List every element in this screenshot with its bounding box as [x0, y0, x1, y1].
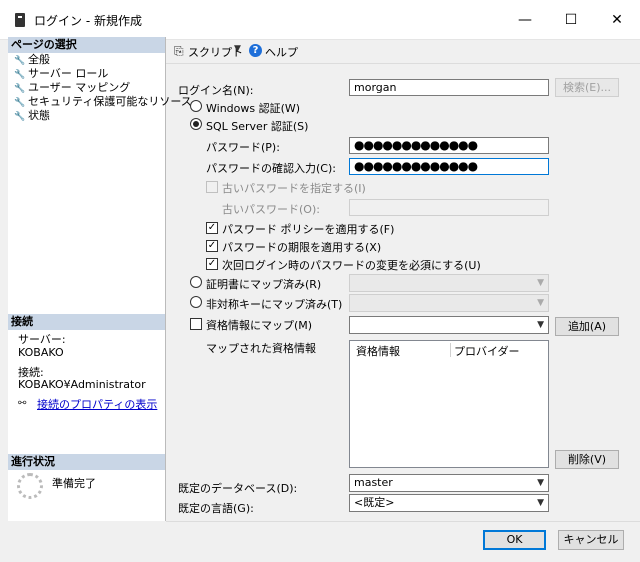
- connection-properties-icon: ⚯: [18, 398, 27, 409]
- default-database-value: master: [354, 476, 393, 489]
- cert-mapped-radio[interactable]: [190, 276, 202, 288]
- mapped-credentials-list[interactable]: 資格情報 プロバイダー: [349, 340, 549, 468]
- footer-divider: [166, 521, 640, 522]
- connection-value: KOBAKO¥Administrator: [18, 378, 146, 391]
- app-icon: [15, 13, 25, 27]
- script-dropdown-icon[interactable]: ▼: [234, 44, 241, 54]
- progress-header: 進行状況: [8, 454, 165, 470]
- help-button[interactable]: ヘルプ: [265, 44, 298, 60]
- wrench-icon: 🔧: [14, 84, 26, 94]
- progress-spinner-icon: [17, 473, 43, 499]
- search-button[interactable]: 検索(E)...: [555, 78, 619, 97]
- chevron-down-icon: ▼: [537, 278, 544, 288]
- login-name-label: ログイン名(N):: [178, 84, 254, 97]
- progress-status: 準備完了: [52, 477, 96, 490]
- default-language-dropdown[interactable]: <既定> ▼: [349, 494, 549, 512]
- server-value: KOBAKO: [18, 346, 64, 359]
- script-icon[interactable]: ⎘: [174, 44, 184, 59]
- column-divider[interactable]: [450, 343, 451, 357]
- chevron-down-icon: ▼: [537, 498, 544, 508]
- add-credential-button[interactable]: 追加(A): [555, 317, 619, 336]
- confirm-password-label: パスワードの確認入力(C):: [206, 162, 336, 175]
- toolbar-divider: [166, 63, 640, 64]
- cert-mapped-label: 証明書にマップ済み(R): [206, 278, 322, 291]
- sql-auth-label: SQL Server 認証(S): [206, 120, 309, 133]
- page-item-server-roles[interactable]: 🔧 サーバー ロール: [14, 67, 108, 81]
- enforce-expiration-label: パスワードの期限を適用する(X): [222, 241, 382, 254]
- password-input[interactable]: ●●●●●●●●●●●●●: [349, 137, 549, 154]
- map-credential-label: 資格情報にマップ(M): [206, 319, 313, 332]
- close-button[interactable]: ✕: [594, 0, 640, 40]
- asym-key-mapped-label: 非対称キーにマップ済み(T): [206, 298, 343, 311]
- title-bar: ログイン - 新規作成 — ☐ ✕: [0, 0, 640, 40]
- remove-credential-button[interactable]: 削除(V): [555, 450, 619, 469]
- asymmetric-key-dropdown[interactable]: ▼: [349, 294, 549, 312]
- wrench-icon: 🔧: [14, 56, 26, 66]
- help-icon[interactable]: ?: [249, 44, 262, 57]
- map-credential-checkbox[interactable]: [190, 318, 202, 330]
- select-page-header: ページの選択: [8, 37, 165, 53]
- wrench-icon: 🔧: [14, 112, 26, 122]
- wrench-icon: 🔧: [14, 98, 26, 108]
- login-name-input[interactable]: morgan: [349, 79, 549, 96]
- window-title: ログイン - 新規作成: [34, 14, 142, 28]
- chevron-down-icon: ▼: [537, 298, 544, 308]
- page-item-status[interactable]: 🔧 状態: [14, 109, 50, 123]
- credential-column-header[interactable]: 資格情報: [356, 343, 400, 359]
- enforce-policy-label: パスワード ポリシーを適用する(F): [222, 223, 395, 236]
- page-item-user-mapping[interactable]: 🔧 ユーザー マッピング: [14, 81, 130, 95]
- chevron-down-icon: ▼: [537, 320, 544, 330]
- ok-button[interactable]: OK: [483, 530, 546, 550]
- default-language-label: 既定の言語(G):: [178, 502, 254, 515]
- windows-auth-label: Windows 認証(W): [206, 102, 301, 115]
- maximize-button[interactable]: ☐: [548, 0, 594, 40]
- enforce-policy-checkbox[interactable]: ✓: [206, 222, 218, 234]
- server-label: サーバー:: [18, 333, 66, 346]
- view-connection-properties-link[interactable]: 接続のプロパティの表示: [37, 396, 157, 412]
- chevron-down-icon: ▼: [537, 478, 544, 488]
- confirm-password-input[interactable]: ●●●●●●●●●●●●●: [349, 158, 549, 175]
- asym-key-mapped-radio[interactable]: [190, 296, 202, 308]
- default-language-value: <既定>: [354, 496, 395, 509]
- provider-column-header[interactable]: プロバイダー: [454, 343, 520, 359]
- password-label: パスワード(P):: [206, 141, 280, 154]
- credential-dropdown[interactable]: ▼: [349, 316, 549, 334]
- page-item-securables[interactable]: 🔧 セキュリティ保護可能なリソース: [14, 95, 192, 109]
- must-change-checkbox[interactable]: ✓: [206, 258, 218, 270]
- page-item-general[interactable]: 🔧 全般: [14, 53, 50, 67]
- specify-old-password-label: 古いパスワードを指定する(I): [222, 182, 366, 195]
- wrench-icon: 🔧: [14, 70, 26, 80]
- default-database-dropdown[interactable]: master ▼: [349, 474, 549, 492]
- minimize-button[interactable]: —: [502, 0, 548, 40]
- specify-old-password-checkbox[interactable]: [206, 181, 218, 193]
- windows-auth-radio[interactable]: [190, 100, 202, 112]
- default-database-label: 既定のデータベース(D):: [178, 482, 298, 495]
- cancel-button[interactable]: キャンセル: [558, 530, 624, 550]
- mapped-credentials-label: マップされた資格情報: [206, 342, 316, 355]
- certificate-dropdown[interactable]: ▼: [349, 274, 549, 292]
- enforce-expiration-checkbox[interactable]: ✓: [206, 240, 218, 252]
- connection-header: 接続: [8, 314, 165, 330]
- sql-auth-radio[interactable]: [190, 118, 202, 130]
- must-change-label: 次回ログイン時のパスワードの変更を必須にする(U): [222, 259, 481, 272]
- old-password-label: 古いパスワード(O):: [222, 203, 320, 216]
- old-password-input[interactable]: [349, 199, 549, 216]
